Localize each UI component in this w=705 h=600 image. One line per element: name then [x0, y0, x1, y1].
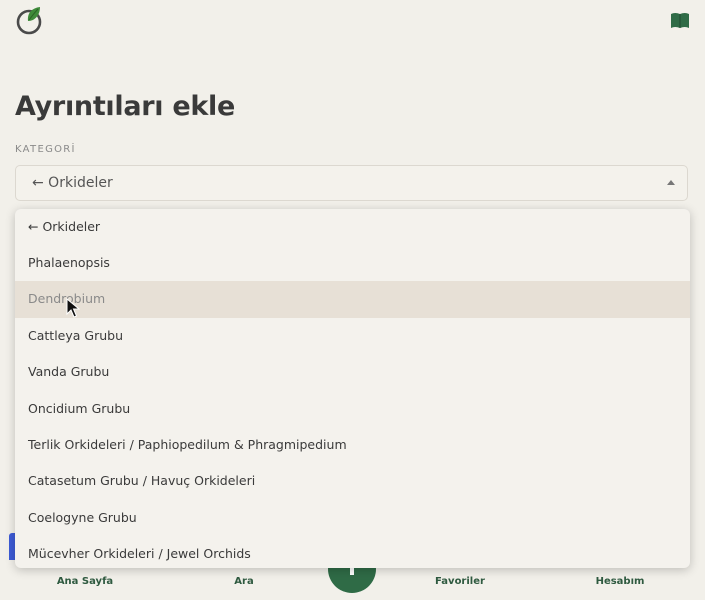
category-label: KATEGORİ — [15, 144, 76, 155]
nav-account[interactable]: Hesabım — [596, 576, 645, 587]
nav-favorites[interactable]: Favoriler — [435, 576, 485, 587]
dropdown-option[interactable]: Vanda Grubu — [15, 354, 690, 390]
mouse-cursor-icon — [66, 298, 80, 318]
nav-search[interactable]: Ara — [234, 576, 253, 587]
book-icon[interactable] — [670, 12, 690, 30]
page-title: Ayrıntıları ekle — [15, 91, 235, 122]
dropdown-option[interactable]: Catasetum Grubu / Havuç Orkideleri — [15, 463, 690, 499]
dropdown-option[interactable]: Phalaenopsis — [15, 245, 690, 281]
dropdown-option[interactable]: Mücevher Orkideleri / Jewel Orchids — [15, 536, 690, 568]
caret-up-icon — [667, 180, 675, 185]
category-select-value: ← Orkideler — [32, 175, 113, 191]
dropdown-option[interactable]: Cattleya Grubu — [15, 318, 690, 354]
nav-home[interactable]: Ana Sayfa — [57, 576, 113, 587]
dropdown-option[interactable]: Coelogyne Grubu — [15, 500, 690, 536]
category-dropdown-list: ← Orkideler Phalaenopsis Dendrobium Catt… — [15, 209, 690, 568]
dropdown-option[interactable]: ← Orkideler — [15, 209, 690, 245]
category-select[interactable]: ← Orkideler — [15, 165, 688, 201]
app-logo[interactable] — [14, 4, 46, 36]
dropdown-option[interactable]: Oncidium Grubu — [15, 391, 690, 427]
dropdown-option-hovered[interactable]: Dendrobium — [15, 281, 690, 318]
dropdown-option[interactable]: Terlik Orkideleri / Paphiopedilum & Phra… — [15, 427, 690, 463]
